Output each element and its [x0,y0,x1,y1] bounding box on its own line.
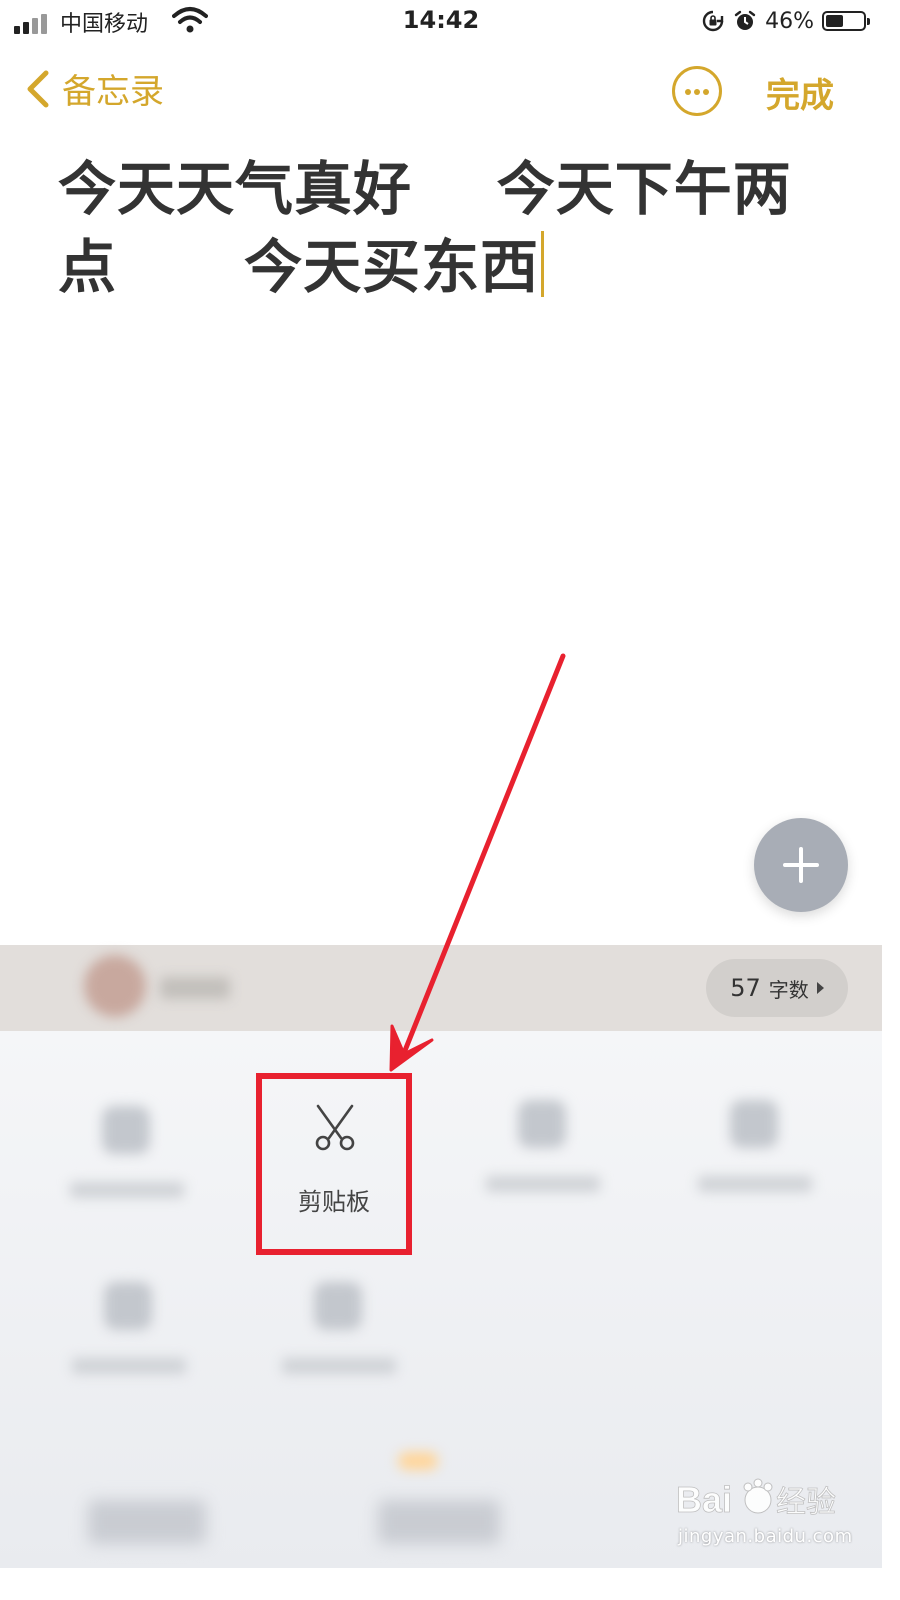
annotation-arrow [389,653,566,1072]
svg-text:经验: 经验 [776,1486,836,1519]
watermark-url: jingyan.baidu.com [678,1526,853,1547]
svg-text:Bai: Bai [676,1479,732,1520]
